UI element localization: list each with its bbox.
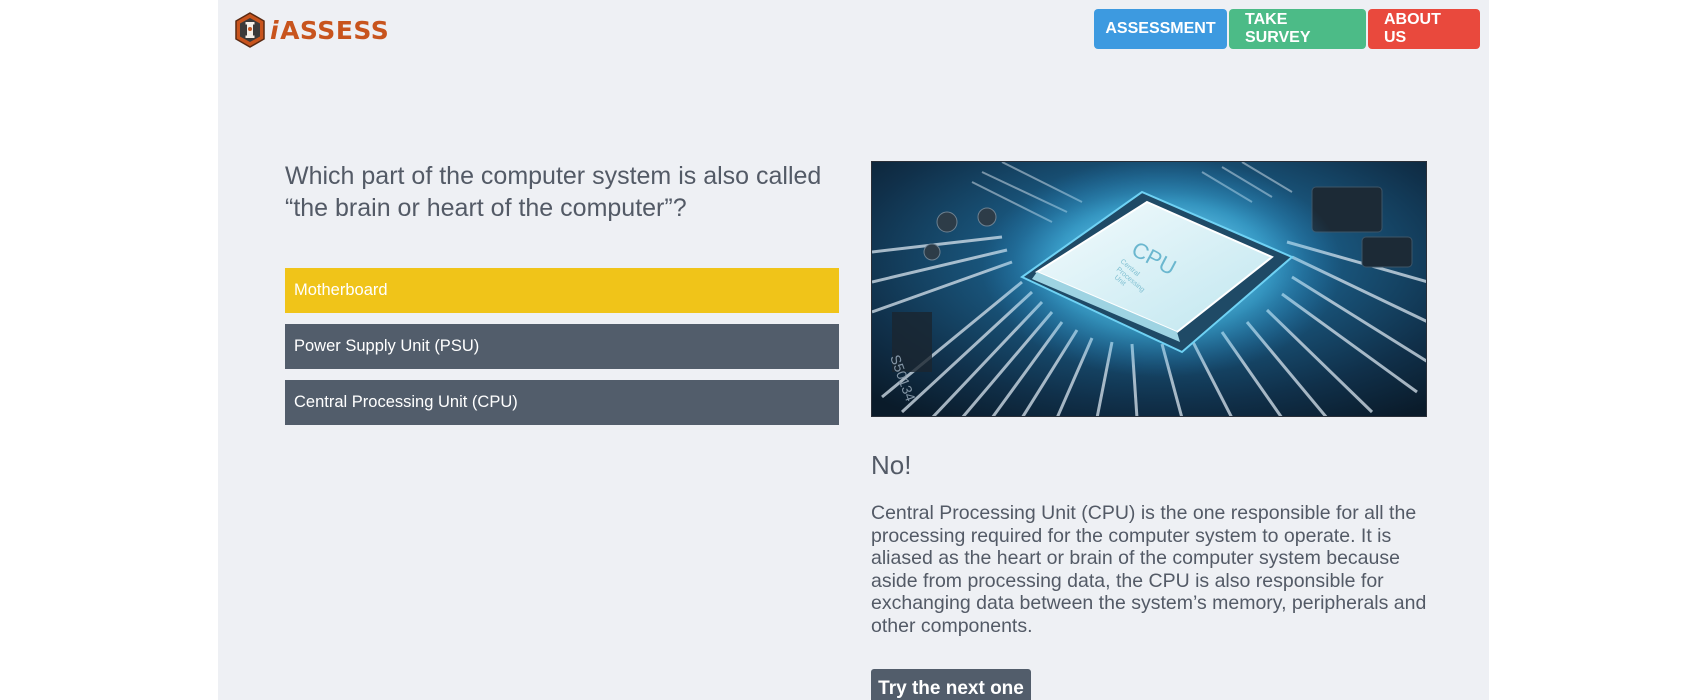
- answer-result: No!: [871, 450, 912, 480]
- page-container: iASSESS ASSESSMENT TAKE SURVEY ABOUT US …: [218, 0, 1489, 700]
- cpu-chip-icon: S50134 CPU Central Processing Unit: [872, 162, 1426, 416]
- question-text: Which part of the computer system is als…: [285, 162, 822, 222]
- logo-hexagon-icon: [235, 12, 265, 48]
- answer-explanation: Central Processing Unit (CPU) is the one…: [871, 502, 1427, 637]
- top-nav: ASSESSMENT TAKE SURVEY ABOUT US: [1094, 9, 1480, 49]
- iassess-logo[interactable]: iASSESS: [234, 12, 389, 48]
- try-next-button[interactable]: Try the next one: [871, 669, 1031, 700]
- answer-options: Motherboard Power Supply Unit (PSU) Cent…: [285, 268, 839, 436]
- answer-option-cpu[interactable]: Central Processing Unit (CPU): [285, 380, 839, 425]
- assessment-button[interactable]: ASSESSMENT: [1094, 9, 1227, 49]
- cpu-image: S50134 CPU Central Processing Unit: [871, 161, 1427, 417]
- about-us-button[interactable]: ABOUT US: [1368, 9, 1480, 49]
- logo-text: iASSESS: [270, 15, 390, 45]
- answer-option-motherboard[interactable]: Motherboard: [285, 268, 839, 313]
- take-survey-button[interactable]: TAKE SURVEY: [1229, 9, 1366, 49]
- answer-option-psu[interactable]: Power Supply Unit (PSU): [285, 324, 839, 369]
